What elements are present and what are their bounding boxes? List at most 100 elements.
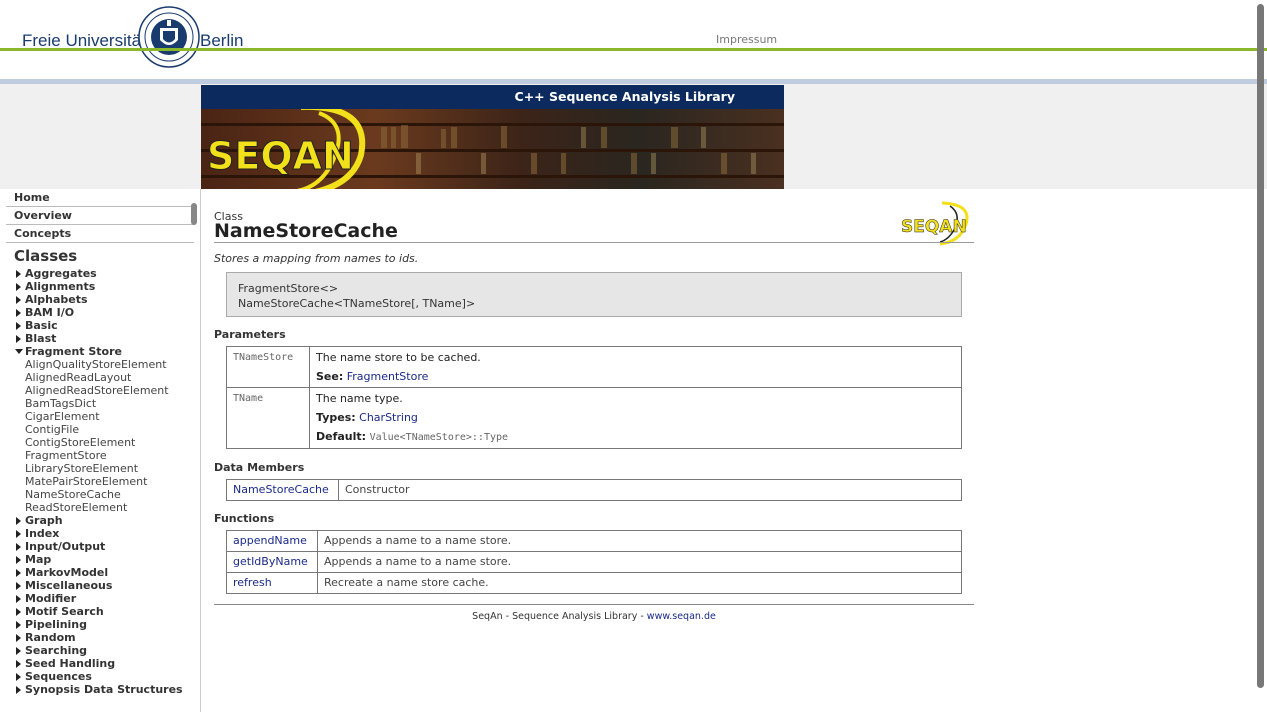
sidebar-group[interactable]: Synopsis Data Structures: [0, 683, 200, 696]
seqan-small-logo-icon: SEQAN: [901, 201, 969, 246]
sidebar-group[interactable]: Modifier: [0, 592, 200, 605]
header-divider: [0, 48, 1267, 51]
member-link[interactable]: NameStoreCache: [233, 483, 329, 496]
signature-box: FragmentStore<> NameStoreCache<TNameStor…: [226, 272, 962, 317]
triangle-right-icon[interactable]: [16, 608, 21, 616]
sidebar-class-link[interactable]: AlignQualityStoreElement: [0, 358, 200, 371]
sidebar-class-link[interactable]: CigarElement: [0, 410, 200, 423]
sidebar-group[interactable]: Searching: [0, 644, 200, 657]
sidebar-group[interactable]: Miscellaneous: [0, 579, 200, 592]
sidebar-group[interactable]: Map: [0, 553, 200, 566]
table-row: NameStoreCache Constructor: [226, 479, 962, 501]
param-description: The name type.: [316, 392, 403, 405]
sidebar-group[interactable]: Aggregates: [0, 267, 200, 280]
sidebar-group[interactable]: Motif Search: [0, 605, 200, 618]
param-desc-cell: The name store to be cached. See: Fragme…: [309, 346, 962, 388]
nav-overview[interactable]: Overview: [6, 207, 194, 225]
nav-concepts[interactable]: Concepts: [6, 225, 194, 243]
sidebar-group[interactable]: Alignments: [0, 280, 200, 293]
sidebar-class-link[interactable]: AlignedReadStoreElement: [0, 384, 200, 397]
sidebar-class-link[interactable]: AlignedReadLayout: [0, 371, 200, 384]
parameters-table: TNameStore The name store to be cached. …: [226, 346, 962, 449]
sidebar-group-label: Sequences: [25, 670, 92, 683]
university-logo[interactable]: Freie Universität Berlin: [22, 6, 262, 70]
sidebar-group-label: Synopsis Data Structures: [25, 683, 183, 696]
data-members-heading: Data Members: [214, 461, 305, 474]
sidebar-group[interactable]: Basic: [0, 319, 200, 332]
functions-table: appendName Appends a name to a name stor…: [226, 530, 962, 594]
sidebar-class-link[interactable]: NameStoreCache: [0, 488, 200, 501]
triangle-right-icon[interactable]: [16, 270, 21, 278]
triangle-right-icon[interactable]: [16, 530, 21, 538]
param-description: The name store to be cached.: [316, 351, 481, 364]
table-row: TNameStore The name store to be cached. …: [226, 346, 962, 388]
triangle-right-icon[interactable]: [16, 686, 21, 694]
param-desc-cell: The name type. Types: CharString Default…: [309, 387, 962, 449]
function-link[interactable]: getIdByName: [233, 555, 308, 568]
sidebar-group-label: Aggregates: [25, 267, 97, 280]
sidebar-nav: Home Overview Concepts Classes Aggregate…: [0, 189, 201, 712]
sidebar-group[interactable]: Alphabets: [0, 293, 200, 306]
sidebar-group-label: Miscellaneous: [25, 579, 113, 592]
sidebar-group-label: Input/Output: [25, 540, 106, 553]
triangle-right-icon[interactable]: [16, 673, 21, 681]
parameters-heading: Parameters: [214, 328, 286, 341]
classes-heading: Classes: [14, 247, 78, 265]
param-name-cell: TNameStore: [226, 346, 310, 388]
triangle-right-icon[interactable]: [16, 582, 21, 590]
footer-divider: [214, 604, 974, 605]
sidebar-group-label: Searching: [25, 644, 88, 657]
sidebar-group-label: Seed Handling: [25, 657, 116, 670]
sidebar-class-link[interactable]: ReadStoreElement: [0, 501, 200, 514]
sidebar-group[interactable]: BAM I/O: [0, 306, 200, 319]
sidebar-group[interactable]: Graph: [0, 514, 200, 527]
sidebar-class-link[interactable]: FragmentStore: [0, 449, 200, 462]
sidebar-class-link[interactable]: ContigStoreElement: [0, 436, 200, 449]
sidebar-group[interactable]: Input/Output: [0, 540, 200, 553]
sidebar-class-link[interactable]: ContigFile: [0, 423, 200, 436]
data-members-table: NameStoreCache Constructor: [226, 479, 962, 501]
triangle-right-icon[interactable]: [16, 660, 21, 668]
types-link[interactable]: CharString: [359, 411, 418, 424]
function-desc-cell: Appends a name to a name store.: [317, 551, 962, 573]
triangle-right-icon[interactable]: [16, 647, 21, 655]
see-link[interactable]: FragmentStore: [347, 370, 429, 383]
triangle-right-icon[interactable]: [16, 309, 21, 317]
sidebar-group[interactable]: Seed Handling: [0, 657, 200, 670]
banner-title: C++ Sequence Analysis Library: [201, 85, 784, 109]
triangle-right-icon[interactable]: [16, 634, 21, 642]
triangle-right-icon[interactable]: [16, 556, 21, 564]
param-name: TNameStore: [233, 352, 294, 363]
triangle-right-icon[interactable]: [16, 296, 21, 304]
table-row: appendName Appends a name to a name stor…: [226, 530, 962, 552]
sidebar-group[interactable]: Random: [0, 631, 200, 644]
sidebar-class-link[interactable]: MatePairStoreElement: [0, 475, 200, 488]
triangle-right-icon[interactable]: [16, 517, 21, 525]
impressum-link[interactable]: Impressum: [716, 33, 777, 46]
sidebar-group[interactable]: Index: [0, 527, 200, 540]
triangle-right-icon[interactable]: [16, 569, 21, 577]
triangle-right-icon[interactable]: [16, 621, 21, 629]
triangle-down-icon[interactable]: [15, 349, 23, 354]
triangle-right-icon[interactable]: [16, 322, 21, 330]
triangle-right-icon[interactable]: [16, 283, 21, 291]
sidebar-group[interactable]: Blast: [0, 332, 200, 345]
function-link[interactable]: appendName: [233, 534, 307, 547]
footer-link[interactable]: www.seqan.de: [647, 611, 716, 622]
page-scrollbar[interactable]: [1257, 4, 1264, 688]
sidebar-group[interactable]: MarkovModel: [0, 566, 200, 579]
triangle-right-icon[interactable]: [16, 543, 21, 551]
sidebar-group-label: Modifier: [25, 592, 77, 605]
page-title: NameStoreCache: [214, 220, 398, 242]
class-summary: Stores a mapping from names to ids.: [214, 252, 419, 265]
sidebar-class-link[interactable]: LibraryStoreElement: [0, 462, 200, 475]
sidebar-group[interactable]: Pipelining: [0, 618, 200, 631]
sidebar-group[interactable]: Sequences: [0, 670, 200, 683]
sidebar-class-link[interactable]: BamTagsDict: [0, 397, 200, 410]
triangle-right-icon[interactable]: [16, 335, 21, 343]
sidebar-scrollbar[interactable]: [191, 203, 197, 225]
function-link[interactable]: refresh: [233, 576, 272, 589]
nav-home[interactable]: Home: [6, 189, 194, 207]
sidebar-group[interactable]: Fragment Store: [0, 345, 200, 358]
triangle-right-icon[interactable]: [16, 595, 21, 603]
